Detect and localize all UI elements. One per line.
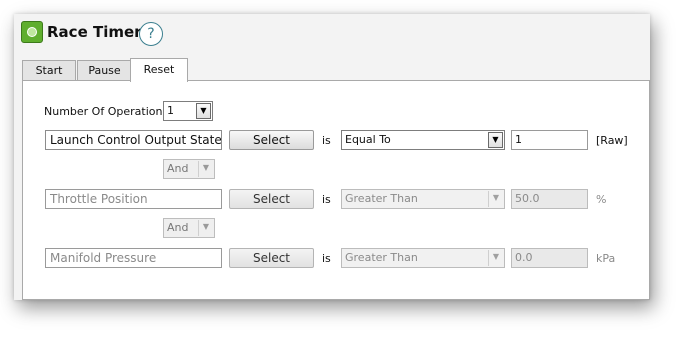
connector-2-select[interactable]: And ▼ <box>163 218 215 238</box>
condition-2-operator-value: Greater Than <box>345 192 418 205</box>
condition-2-is-label: is <box>322 193 331 206</box>
operations-select[interactable]: 1 ▼ <box>163 101 213 121</box>
chevron-down-icon: ▼ <box>488 191 503 207</box>
help-icon[interactable]: ? <box>139 22 163 46</box>
condition-3-unit: kPa <box>596 252 616 265</box>
condition-1-is-label: is <box>322 134 331 147</box>
condition-3-is-label: is <box>322 252 331 265</box>
condition-3-value-input[interactable]: 0.0 <box>511 248 588 268</box>
chevron-down-icon: ▼ <box>488 132 503 148</box>
condition-3-operator-value: Greater Than <box>345 251 418 264</box>
tab-reset[interactable]: Reset <box>130 58 188 82</box>
race-timer-window: Race Timer ? Start Pause Reset Number Of… <box>14 14 650 300</box>
operations-select-value: 1 <box>167 104 174 117</box>
operations-label: Number Of Operations <box>44 105 169 118</box>
condition-2-operator-select[interactable]: Greater Than ▼ <box>341 189 505 209</box>
condition-2-select-button[interactable]: Select <box>229 189 314 209</box>
chevron-down-icon: ▼ <box>488 250 503 266</box>
condition-3-operator-select[interactable]: Greater Than ▼ <box>341 248 505 268</box>
condition-1-unit: [Raw] <box>596 134 628 147</box>
chevron-down-icon: ▼ <box>198 161 213 177</box>
condition-1-operator-value: Equal To <box>345 133 391 146</box>
condition-1-select-button[interactable]: Select <box>229 130 314 150</box>
condition-2-channel-field[interactable]: Throttle Position <box>45 189 222 209</box>
condition-2-unit: % <box>596 193 607 206</box>
page-title: Race Timer <box>47 23 142 41</box>
tab-pause[interactable]: Pause <box>77 60 132 81</box>
reset-panel: Number Of Operations 1 ▼ Launch Control … <box>22 80 650 300</box>
connector-2-value: And <box>167 221 189 234</box>
condition-1-value-input[interactable]: 1 <box>511 130 588 150</box>
condition-2-value-input[interactable]: 50.0 <box>511 189 588 209</box>
chevron-down-icon: ▼ <box>196 103 211 119</box>
condition-3-channel-field[interactable]: Manifold Pressure <box>45 248 222 268</box>
connector-1-value: And <box>167 162 189 175</box>
condition-1-operator-select[interactable]: Equal To ▼ <box>341 130 505 150</box>
race-timer-app-icon <box>21 21 43 43</box>
tab-start[interactable]: Start <box>22 60 76 81</box>
condition-1-channel-field[interactable]: Launch Control Output State <box>45 130 222 150</box>
connector-1-select[interactable]: And ▼ <box>163 159 215 179</box>
chevron-down-icon: ▼ <box>198 220 213 236</box>
condition-3-select-button[interactable]: Select <box>229 248 314 268</box>
